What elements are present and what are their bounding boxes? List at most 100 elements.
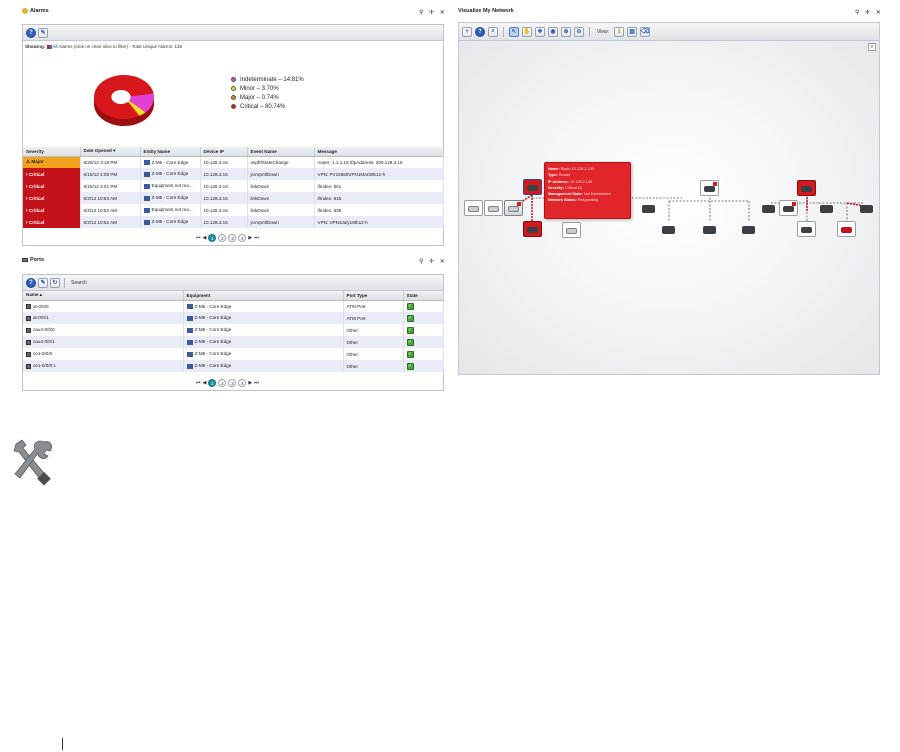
alarms-table-wrap: Severity Date Opened ▾ Entity Name Devic… xyxy=(23,147,444,228)
tooltip-row: Network Status: Responding xyxy=(548,198,599,203)
equipment-cell: Z-M5 - Core Edge xyxy=(183,336,344,348)
event-cell: jnxVpnIfDown xyxy=(247,216,315,228)
ip-cell: 10.128.3.15 xyxy=(200,216,248,228)
col-name[interactable]: Name ▴ xyxy=(23,291,184,301)
network-node[interactable] xyxy=(523,221,542,237)
page-4[interactable]: 4 xyxy=(238,379,247,387)
equipment-icon xyxy=(143,171,150,177)
router-device-icon xyxy=(860,205,873,213)
table-row[interactable]: ! Critical 6/2/12 10:52 AM Z-M5 - Core Edg… xyxy=(23,216,444,228)
legend-dot xyxy=(231,77,236,82)
ip-cell: 10.128.3.15 xyxy=(200,156,248,168)
first-page-icon[interactable]: ⏮ xyxy=(196,235,201,241)
network-node[interactable] xyxy=(797,221,816,237)
network-node[interactable] xyxy=(464,200,483,216)
network-node[interactable] xyxy=(659,221,678,237)
pie-hole xyxy=(111,89,131,105)
port-type-cell: ATM Port xyxy=(343,312,404,324)
state-cell: ✓ xyxy=(403,360,444,372)
network-node[interactable] xyxy=(817,200,836,216)
router-device-icon xyxy=(468,206,479,212)
page-1[interactable]: 1 xyxy=(208,234,217,242)
table-row[interactable]: ce1-0/0/0:1 Z-M5 - Core Edge Other ✓ xyxy=(23,360,444,372)
table-row[interactable]: cau4-0/0/0 Z-M5 - Core Edge Other ✓ xyxy=(23,324,444,336)
event-cell: linkDown xyxy=(247,192,315,204)
table-row[interactable]: ! Critical 6/2/12 10:52 AM Equipment not m… xyxy=(23,204,444,216)
page-1[interactable]: 1 xyxy=(208,379,217,387)
help-icon[interactable]: ? xyxy=(26,277,36,288)
table-row[interactable]: ! Critical 6/15/12 4:08 PM Z-M5 - Core Edg… xyxy=(23,168,444,180)
last-page-icon[interactable]: ⏭ xyxy=(254,380,259,386)
ports-panel-controls[interactable]: ⚲ ✛ ✕ xyxy=(419,258,447,265)
network-node-selected[interactable] xyxy=(523,179,542,195)
first-page-icon[interactable]: ⏮ xyxy=(196,380,201,386)
message-cell: ifIndex: 551 xyxy=(314,180,444,192)
network-node[interactable] xyxy=(700,180,719,196)
page-3[interactable]: 3 xyxy=(228,234,237,242)
table-row[interactable]: cau4-0/0/1 Z-M5 - Core Edge Other ✓ xyxy=(23,336,444,348)
network-map[interactable]: ⑂ ? ⌕ ↖ ✋ ✥ ◉ ⊕ ⊖ View: ℹ ▤ ⌫ « Name: Ra… xyxy=(458,22,880,375)
network-node[interactable] xyxy=(700,221,719,237)
table-row[interactable]: ! Critical 6/2/12 10:53 AM Z-M5 - Core Edg… xyxy=(23,192,444,204)
page-4[interactable]: 4 xyxy=(238,234,247,242)
network-node[interactable] xyxy=(857,200,876,216)
page-2[interactable]: 2 xyxy=(218,379,227,387)
col-message[interactable]: Message xyxy=(314,147,444,157)
table-row[interactable]: ⚠ Major 6/20/12 3:18 PM Z-M5 - Core Edge 10… xyxy=(23,156,444,168)
col-equipment[interactable]: Equipment xyxy=(183,291,344,301)
legend-item-minor[interactable]: Minor – 3.70% xyxy=(231,84,304,93)
next-page-icon[interactable]: ▶ xyxy=(248,235,252,241)
network-node[interactable] xyxy=(759,200,778,216)
alarms-panel-controls[interactable]: ⚲ ✛ ✕ xyxy=(419,9,447,16)
page-2[interactable]: 2 xyxy=(218,234,227,242)
date-cell: 6/2/12 10:52 AM xyxy=(80,204,141,216)
refresh-icon[interactable]: ↻ xyxy=(50,277,60,288)
legend-item-major[interactable]: Major – 0.74% xyxy=(231,93,304,102)
table-row[interactable]: ce1-0/0/0 Z-M5 - Core Edge Other ✓ xyxy=(23,348,444,360)
router-device-icon xyxy=(703,226,716,234)
next-page-icon[interactable]: ▶ xyxy=(248,380,252,386)
search-link[interactable]: Search xyxy=(71,280,87,286)
table-row[interactable]: at-0/0/0 Z-M5 - Core Edge ATM Port ✓ xyxy=(23,300,444,312)
alarms-pie-chart[interactable] xyxy=(91,71,157,131)
network-node[interactable] xyxy=(779,200,798,216)
alarms-table: Severity Date Opened ▾ Entity Name Devic… xyxy=(23,147,444,228)
table-row[interactable]: at-0/0/1 Z-M5 - Core Edge ATM Port ✓ xyxy=(23,312,444,324)
col-state[interactable]: State xyxy=(403,291,444,301)
port-name-cell: cau4-0/0/1 xyxy=(23,336,184,348)
port-name-cell: ce1-0/0/0 xyxy=(23,348,184,360)
network-panel-controls[interactable]: ⚲ ✛ ✕ xyxy=(855,9,883,16)
col-severity[interactable]: Severity xyxy=(23,147,81,157)
help-icon[interactable]: ? xyxy=(26,27,36,38)
legend-item-critical[interactable]: Critical – 80.74% xyxy=(231,102,304,111)
col-port-type[interactable]: Port Type xyxy=(343,291,404,301)
message-cell: ifIndex: 636 xyxy=(314,204,444,216)
event-cell: linkDown xyxy=(247,204,315,216)
col-date-opened[interactable]: Date Opened ▾ xyxy=(80,147,141,157)
router-device-icon xyxy=(841,227,852,233)
network-node[interactable] xyxy=(837,221,856,237)
last-page-icon[interactable]: ⏭ xyxy=(254,235,259,241)
equipment-cell: Z-M5 - Core Edge xyxy=(183,360,344,372)
port-type-cell: Other xyxy=(343,348,404,360)
state-cell: ✓ xyxy=(403,324,444,336)
prev-page-icon[interactable]: ◀ xyxy=(203,235,207,241)
network-node[interactable] xyxy=(639,200,658,216)
network-node[interactable] xyxy=(504,200,523,216)
col-entity-name[interactable]: Entity Name xyxy=(140,147,201,157)
table-row[interactable]: ! Critical 6/15/12 4:01 PM Equipment not m… xyxy=(23,180,444,192)
page-3[interactable]: 3 xyxy=(228,379,237,387)
settings-wrench-icon[interactable]: ✎ xyxy=(38,27,48,38)
col-device-ip[interactable]: Device IP xyxy=(200,147,248,157)
settings-wrench-icon[interactable]: ✎ xyxy=(38,277,48,288)
network-node[interactable] xyxy=(484,200,503,216)
network-node[interactable] xyxy=(797,180,816,196)
ip-cell: 10.128.3.15 xyxy=(200,168,248,180)
prev-page-icon[interactable]: ◀ xyxy=(203,380,207,386)
network-node[interactable] xyxy=(562,222,581,238)
severity-cell: ! Critical xyxy=(23,180,81,192)
alarm-severity-icon: ! xyxy=(26,171,28,177)
col-event-name[interactable]: Event Name xyxy=(247,147,315,157)
legend-item-indeterminate[interactable]: Indeterminate – 14.81% xyxy=(231,75,304,84)
network-node[interactable] xyxy=(739,221,758,237)
